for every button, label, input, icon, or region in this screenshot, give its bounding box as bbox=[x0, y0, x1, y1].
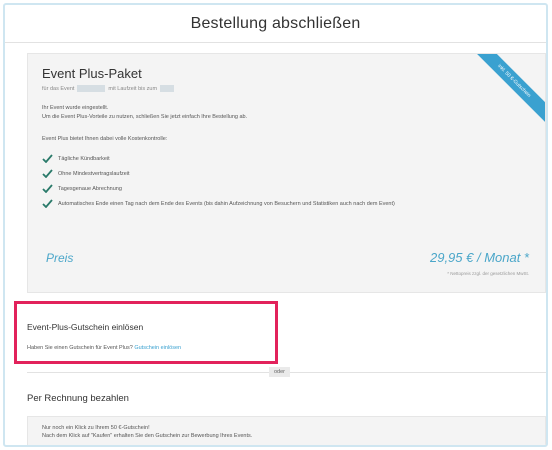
or-separator: oder bbox=[269, 367, 291, 377]
package-subtitle-event: für das Event bbox=[42, 85, 75, 92]
price-value: 29,95 € / Monat * bbox=[429, 250, 529, 265]
intro-line-2: Um die Event Plus-Vorteile zu nutzen, sc… bbox=[42, 114, 248, 120]
package-title: Event Plus-Paket bbox=[42, 66, 142, 81]
voucher-ribbon: inkl. 50 €-Gutschein bbox=[463, 54, 545, 132]
voucher-question: Haben Sie einen Gutschein für Event Plus… bbox=[27, 345, 181, 351]
feature-label: Tägliche Kündbarkeit bbox=[58, 155, 110, 162]
feature-item: Tägliche Kündbarkeit bbox=[42, 151, 395, 166]
checkmark-icon bbox=[42, 154, 53, 163]
checkmark-icon bbox=[42, 199, 53, 208]
checkmark-icon bbox=[42, 169, 53, 178]
feature-list: Tägliche Kündbarkeit Ohne Mindestvertrag… bbox=[42, 151, 395, 211]
event-plus-package-card: inkl. 50 €-Gutschein Event Plus-Paket fü… bbox=[27, 53, 546, 293]
voucher-question-text: Haben Sie einen Gutschein für Event Plus… bbox=[27, 345, 133, 351]
feature-label: Tagesgenaue Abrechnung bbox=[58, 185, 122, 192]
feature-item: Tagesgenaue Abrechnung bbox=[42, 181, 395, 196]
redacted-date bbox=[160, 85, 175, 92]
voucher-title: Event-Plus-Gutschein einlösen bbox=[27, 322, 144, 332]
price-label: Preis bbox=[46, 251, 74, 265]
invoice-line-2: Nach dem Klick auf "Kaufen" erhalten Sie… bbox=[42, 433, 253, 439]
redacted-event-name bbox=[77, 85, 106, 92]
feature-item: Automatisches Ende einen Tag nach dem En… bbox=[42, 196, 395, 211]
feature-label: Automatisches Ende einen Tag nach dem En… bbox=[58, 200, 395, 207]
order-dialog: Bestellung abschließen inkl. 50 €-Gutsch… bbox=[3, 3, 548, 447]
features-intro: Event Plus bietet Ihnen dabei volle Kost… bbox=[42, 136, 168, 142]
feature-label: Ohne Mindestvertragslaufzeit bbox=[58, 170, 130, 177]
invoice-info-box: Nur noch ein Klick zu Ihrem 50 €-Gutsche… bbox=[27, 416, 546, 445]
dialog-header: Bestellung abschließen bbox=[5, 5, 546, 43]
intro-line-1: Ihr Event wurde eingestellt. bbox=[42, 105, 109, 111]
voucher-section: Event-Plus-Gutschein einlösen Haben Sie … bbox=[14, 301, 278, 364]
invoice-title: Per Rechnung bezahlen bbox=[27, 393, 129, 404]
invoice-line-1: Nur noch ein Klick zu Ihrem 50 €-Gutsche… bbox=[42, 425, 150, 431]
package-subtitle-runtime: mit Laufzeit bis zum bbox=[108, 85, 158, 92]
page-title: Bestellung abschließen bbox=[190, 14, 361, 32]
package-intro: Ihr Event wurde eingestellt. Um die Even… bbox=[42, 104, 247, 122]
invoice-text: Nur noch ein Klick zu Ihrem 50 €-Gutsche… bbox=[42, 424, 252, 440]
package-subtitle: für das Event mit Laufzeit bis zum bbox=[42, 85, 175, 92]
checkmark-icon bbox=[42, 184, 53, 193]
price-note: * Nettopreis zzgl. der gesetzlichen MwSt… bbox=[447, 271, 529, 276]
redeem-voucher-link[interactable]: Gutschein einlösen bbox=[134, 345, 181, 351]
feature-item: Ohne Mindestvertragslaufzeit bbox=[42, 166, 395, 181]
